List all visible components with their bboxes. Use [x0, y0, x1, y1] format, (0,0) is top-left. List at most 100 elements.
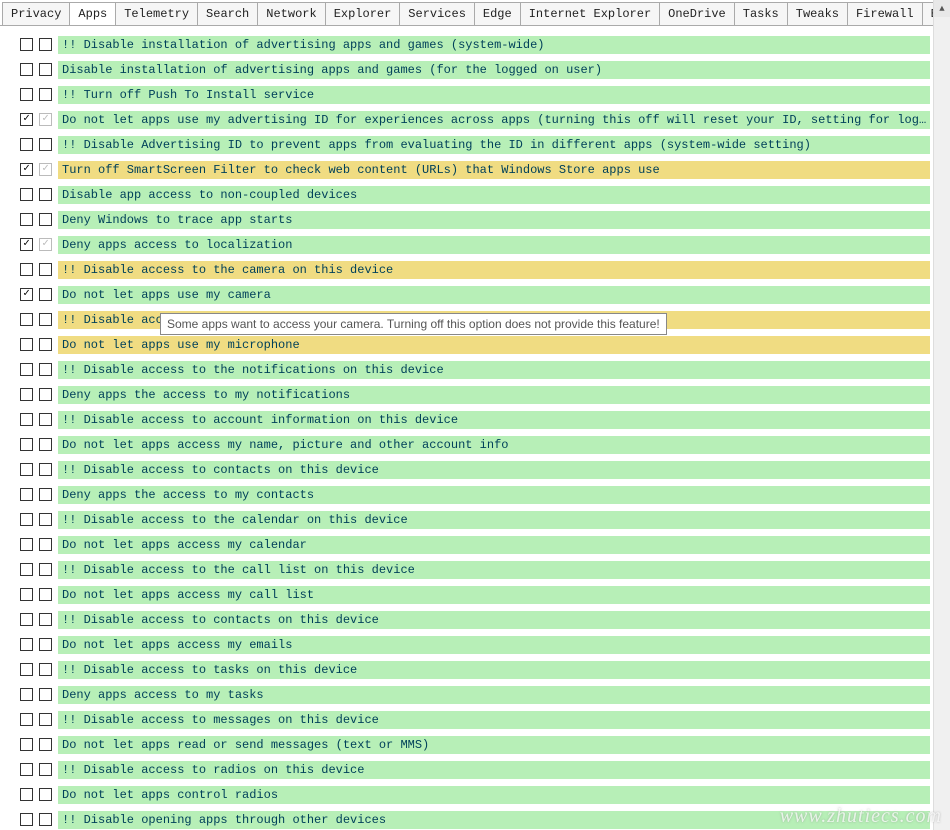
checkbox-secondary[interactable]	[39, 38, 52, 51]
checkbox-secondary[interactable]	[39, 388, 52, 401]
setting-label[interactable]: Do not let apps read or send messages (t…	[58, 736, 930, 754]
checkbox-primary[interactable]: ✓	[20, 288, 33, 301]
checkbox-primary[interactable]	[20, 688, 33, 701]
checkbox-secondary[interactable]	[39, 763, 52, 776]
checkbox-secondary[interactable]	[39, 88, 52, 101]
checkbox-primary[interactable]	[20, 388, 33, 401]
checkbox-primary[interactable]	[20, 663, 33, 676]
checkbox-primary[interactable]: ✓	[20, 238, 33, 251]
setting-label[interactable]: !! Disable access to contacts on this de…	[58, 461, 930, 479]
tab-internet-explorer[interactable]: Internet Explorer	[520, 2, 660, 25]
checkbox-secondary[interactable]	[39, 563, 52, 576]
setting-label[interactable]: Deny apps access to localization	[58, 236, 930, 254]
checkbox-secondary[interactable]	[39, 288, 52, 301]
tab-telemetry[interactable]: Telemetry	[115, 2, 198, 25]
checkbox-primary[interactable]	[20, 638, 33, 651]
checkbox-secondary[interactable]	[39, 438, 52, 451]
checkbox-secondary[interactable]	[39, 363, 52, 376]
checkbox-secondary[interactable]	[39, 63, 52, 76]
checkbox-primary[interactable]	[20, 563, 33, 576]
checkbox-secondary[interactable]	[39, 413, 52, 426]
setting-label[interactable]: !! Disable access to account information…	[58, 411, 930, 429]
setting-label[interactable]: !! Disable access to the notifications o…	[58, 361, 930, 379]
tab-privacy[interactable]: Privacy	[2, 2, 70, 25]
scroll-up-arrow-icon[interactable]: ▲	[934, 0, 950, 17]
tab-firewall[interactable]: Firewall	[847, 2, 923, 25]
setting-label[interactable]: Do not let apps access my name, picture …	[58, 436, 930, 454]
setting-label[interactable]: !! Disable access to the camera on this …	[58, 261, 930, 279]
checkbox-secondary[interactable]	[39, 613, 52, 626]
checkbox-secondary[interactable]	[39, 138, 52, 151]
setting-label[interactable]: !! Disable access to the call list on th…	[58, 561, 930, 579]
checkbox-secondary[interactable]	[39, 688, 52, 701]
checkbox-primary[interactable]	[20, 738, 33, 751]
setting-label[interactable]: !! Turn off Push To Install service	[58, 86, 930, 104]
checkbox-secondary[interactable]	[39, 338, 52, 351]
checkbox-secondary[interactable]	[39, 588, 52, 601]
setting-label[interactable]: Disable installation of advertising apps…	[58, 61, 930, 79]
checkbox-secondary[interactable]	[39, 213, 52, 226]
checkbox-secondary[interactable]	[39, 488, 52, 501]
checkbox-primary[interactable]	[20, 513, 33, 526]
checkbox-secondary[interactable]	[39, 263, 52, 276]
checkbox-primary[interactable]	[20, 713, 33, 726]
checkbox-primary[interactable]	[20, 188, 33, 201]
checkbox-primary[interactable]	[20, 588, 33, 601]
checkbox-primary[interactable]	[20, 138, 33, 151]
tab-edge[interactable]: Edge	[474, 2, 521, 25]
checkbox-primary[interactable]	[20, 263, 33, 276]
checkbox-primary[interactable]: ✓	[20, 163, 33, 176]
setting-label[interactable]: !! Disable installation of advertising a…	[58, 36, 930, 54]
setting-label[interactable]: Turn off SmartScreen Filter to check web…	[58, 161, 930, 179]
setting-label[interactable]: Deny Windows to trace app starts	[58, 211, 930, 229]
setting-label[interactable]: Do not let apps access my emails	[58, 636, 930, 654]
checkbox-secondary[interactable]	[39, 463, 52, 476]
setting-label[interactable]: Deny apps the access to my contacts	[58, 486, 930, 504]
checkbox-secondary[interactable]	[39, 513, 52, 526]
checkbox-secondary[interactable]	[39, 738, 52, 751]
checkbox-primary[interactable]	[20, 313, 33, 326]
setting-label[interactable]: Do not let apps use my microphone	[58, 336, 930, 354]
tab-network[interactable]: Network	[257, 2, 325, 25]
checkbox-secondary[interactable]	[39, 313, 52, 326]
checkbox-primary[interactable]	[20, 488, 33, 501]
setting-label[interactable]: !! Disable opening apps through other de…	[58, 811, 930, 829]
checkbox-secondary[interactable]	[39, 788, 52, 801]
checkbox-primary[interactable]	[20, 463, 33, 476]
checkbox-primary[interactable]	[20, 213, 33, 226]
vertical-scrollbar[interactable]: ▲	[933, 0, 950, 830]
tab-onedrive[interactable]: OneDrive	[659, 2, 735, 25]
setting-label[interactable]: !! Disable access to radios on this devi…	[58, 761, 930, 779]
setting-label[interactable]: Do not let apps control radios	[58, 786, 930, 804]
checkbox-primary[interactable]	[20, 763, 33, 776]
tab-tasks[interactable]: Tasks	[734, 2, 788, 25]
checkbox-primary[interactable]: ✓	[20, 113, 33, 126]
checkbox-primary[interactable]	[20, 88, 33, 101]
checkbox-primary[interactable]	[20, 363, 33, 376]
tab-services[interactable]: Services	[399, 2, 475, 25]
checkbox-secondary[interactable]	[39, 663, 52, 676]
setting-label[interactable]: !! Disable access to messages on this de…	[58, 711, 930, 729]
setting-label[interactable]: Do not let apps use my camera	[58, 286, 930, 304]
checkbox-secondary[interactable]	[39, 188, 52, 201]
checkbox-primary[interactable]	[20, 413, 33, 426]
setting-label[interactable]: Do not let apps use my advertising ID fo…	[58, 111, 930, 129]
checkbox-primary[interactable]	[20, 788, 33, 801]
checkbox-secondary[interactable]	[39, 813, 52, 826]
setting-label[interactable]: !! Disable Advertising ID to prevent app…	[58, 136, 930, 154]
tab-apps[interactable]: Apps	[69, 2, 116, 26]
tab-explorer[interactable]: Explorer	[325, 2, 401, 25]
setting-label[interactable]: !! Disable access to the calendar on thi…	[58, 511, 930, 529]
setting-label[interactable]: !! Disable access to tasks on this devic…	[58, 661, 930, 679]
setting-label[interactable]: !! Disable access to contacts on this de…	[58, 611, 930, 629]
setting-label[interactable]: Do not let apps access my calendar	[58, 536, 930, 554]
tab-tweaks[interactable]: Tweaks	[787, 2, 848, 25]
setting-label[interactable]: Disable app access to non-coupled device…	[58, 186, 930, 204]
checkbox-secondary[interactable]	[39, 538, 52, 551]
setting-label[interactable]: Deny apps access to my tasks	[58, 686, 930, 704]
checkbox-primary[interactable]	[20, 63, 33, 76]
setting-label[interactable]: Do not let apps access my call list	[58, 586, 930, 604]
tab-search[interactable]: Search	[197, 2, 258, 25]
checkbox-primary[interactable]	[20, 38, 33, 51]
checkbox-primary[interactable]	[20, 538, 33, 551]
